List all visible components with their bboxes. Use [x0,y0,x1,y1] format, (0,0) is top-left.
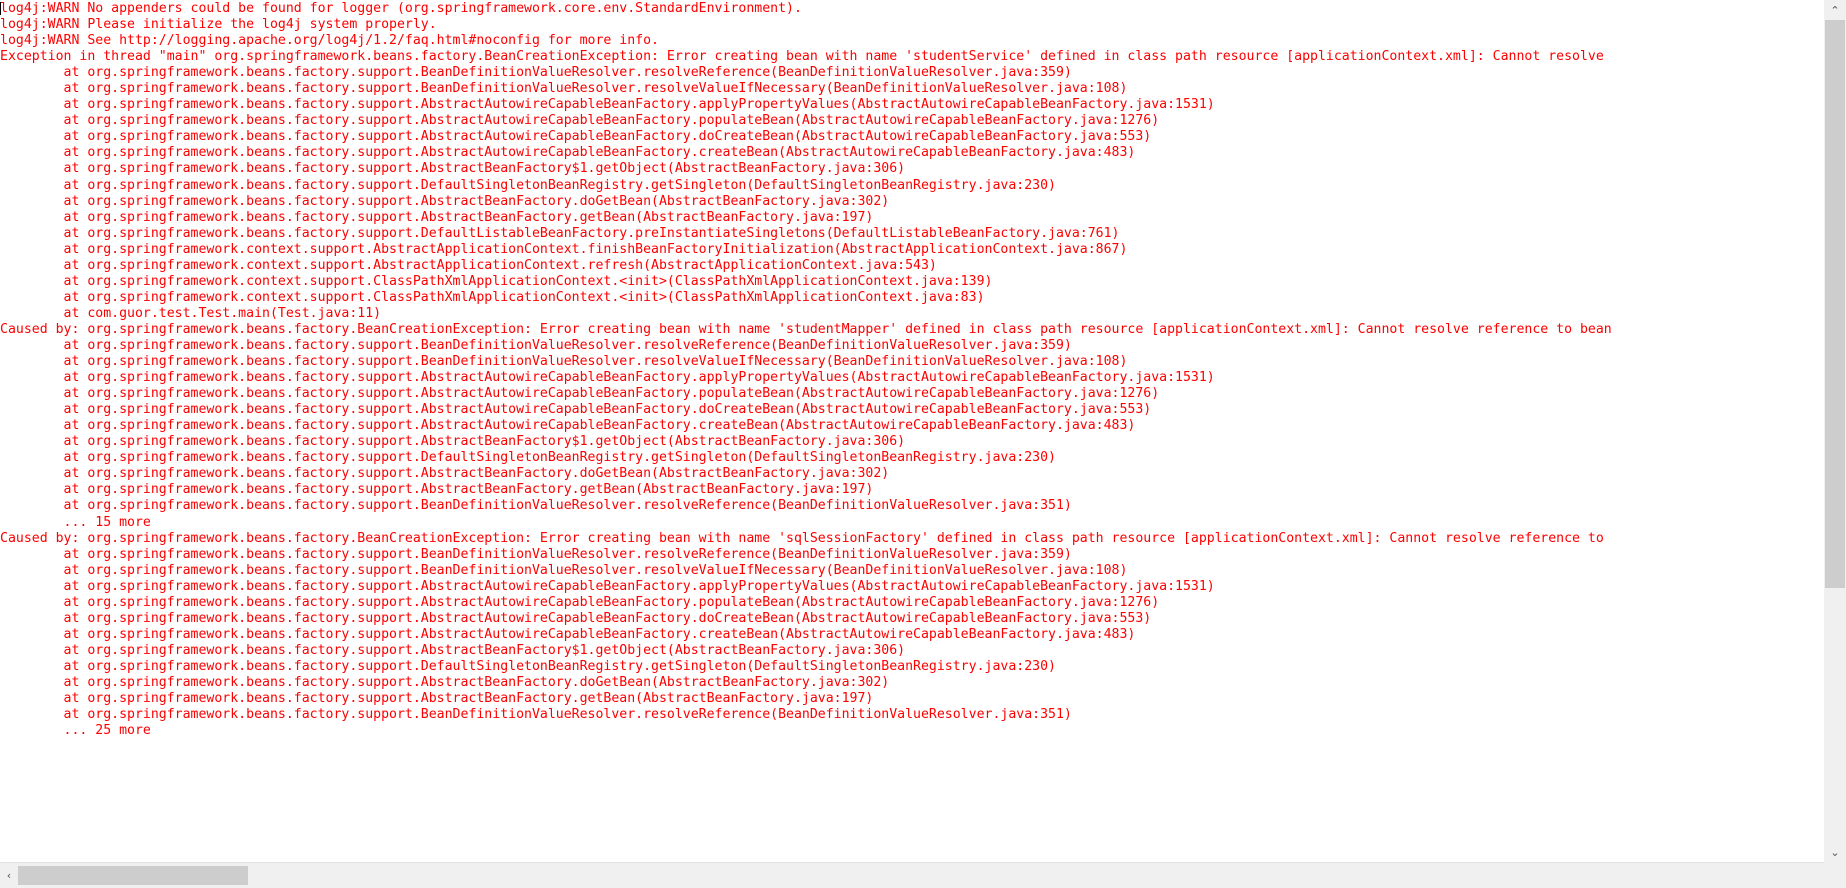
console-line: at org.springframework.beans.factory.sup… [0,434,906,450]
console-line: Caused by: org.springframework.beans.fac… [0,530,1604,546]
chevron-up-icon: ⌃ [1830,3,1840,17]
console-line: at org.springframework.beans.factory.sup… [0,402,1152,418]
console-line: at org.springframework.beans.factory.sup… [0,113,1160,129]
console-line: at org.springframework.beans.factory.sup… [0,707,1072,723]
console-log-text[interactable]: log4j:WARN No appenders could be found f… [0,1,1612,739]
console-line: at org.springframework.beans.factory.sup… [0,594,1160,610]
console-line: at org.springframework.context.support.C… [0,289,985,305]
console-line: at org.springframework.beans.factory.sup… [0,81,1128,97]
console-line: at org.springframework.beans.factory.sup… [0,370,1215,386]
console-line: at org.springframework.beans.factory.sup… [0,578,1215,594]
console-line: at org.springframework.beans.factory.sup… [0,658,1056,674]
console-line: log4j:WARN See http://logging.apache.org… [0,33,659,49]
console-line: at org.springframework.beans.factory.sup… [0,193,890,209]
console-line: log4j:WARN Please initialize the log4j s… [0,17,437,33]
horizontal-scrollbar-thumb[interactable] [18,866,248,885]
console-line: at org.springframework.context.support.A… [0,241,1128,257]
console-line: at org.springframework.beans.factory.sup… [0,418,1136,434]
scroll-down-arrow-icon[interactable]: ⌄ [1824,842,1846,862]
console-line: at org.springframework.beans.factory.sup… [0,610,1152,626]
console-line: at org.springframework.beans.factory.sup… [0,209,874,225]
console-text-viewport[interactable]: log4j:WARN No appenders could be found f… [0,0,1824,862]
chevron-left-icon: ‹ [6,869,12,882]
console-line: at org.springframework.beans.factory.sup… [0,691,874,707]
console-line: at org.springframework.beans.factory.sup… [0,65,1072,81]
console-line: at org.springframework.beans.factory.sup… [0,97,1215,113]
horizontal-scrollbar[interactable]: ‹ [0,862,1846,888]
console-line: log4j:WARN No appenders could be found f… [0,1,802,16]
console-line: Exception in thread "main" org.springfra… [0,49,1604,65]
scroll-left-arrow-icon[interactable]: ‹ [0,863,18,888]
console-line: at org.springframework.beans.factory.sup… [0,562,1128,578]
console-line: at org.springframework.beans.factory.sup… [0,482,874,498]
console-line: at org.springframework.beans.factory.sup… [0,177,1056,193]
console-line: at org.springframework.beans.factory.sup… [0,450,1056,466]
vertical-scrollbar-thumb[interactable] [1825,20,1845,588]
console-line: at org.springframework.beans.factory.sup… [0,337,1072,353]
console-line: Caused by: org.springframework.beans.fac… [0,321,1612,337]
console-line: at org.springframework.beans.factory.sup… [0,546,1072,562]
console-line: at org.springframework.beans.factory.sup… [0,161,906,177]
console-line: at org.springframework.context.support.A… [0,257,937,273]
console-line: at org.springframework.beans.factory.sup… [0,354,1128,370]
console-line: at org.springframework.beans.factory.sup… [0,642,906,658]
console-line: at org.springframework.beans.factory.sup… [0,386,1160,402]
console-line: at org.springframework.context.support.C… [0,273,993,289]
console-line: at org.springframework.beans.factory.sup… [0,626,1136,642]
console-line: at org.springframework.beans.factory.sup… [0,498,1072,514]
console-line: at org.springframework.beans.factory.sup… [0,225,1120,241]
chevron-down-icon: ⌄ [1830,845,1840,859]
console-line: at org.springframework.beans.factory.sup… [0,145,1136,161]
console-line: ... 25 more [0,723,151,739]
console-line: at org.springframework.beans.factory.sup… [0,674,890,690]
vertical-scrollbar[interactable]: ⌃ ⌄ [1824,0,1846,862]
console-line: at org.springframework.beans.factory.sup… [0,466,890,482]
console-line: at com.guor.test.Test.main(Test.java:11) [0,305,382,321]
console-output-panel: log4j:WARN No appenders could be found f… [0,0,1846,888]
console-line: at org.springframework.beans.factory.sup… [0,129,1152,145]
scrollbar-corner [1824,862,1846,888]
scroll-up-arrow-icon[interactable]: ⌃ [1824,0,1846,20]
console-line: ... 15 more [0,514,151,530]
